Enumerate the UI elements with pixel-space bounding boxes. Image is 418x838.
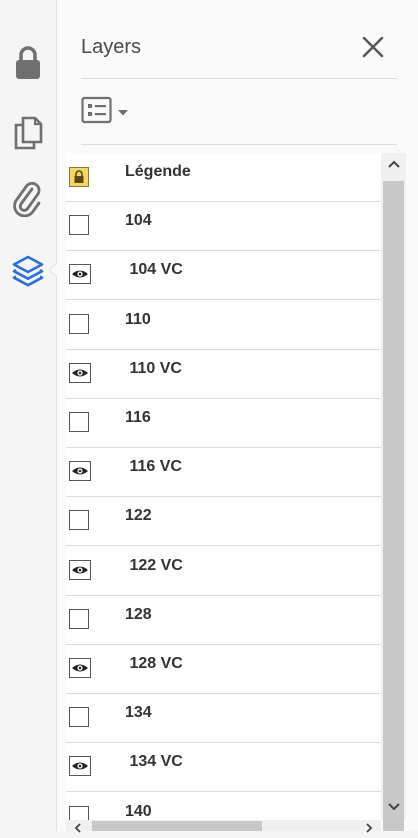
- close-panel-button[interactable]: [360, 34, 386, 60]
- layer-label: 134: [125, 704, 152, 721]
- layer-label: 116 VC: [125, 458, 182, 475]
- attachments-tool-button[interactable]: [0, 176, 56, 222]
- eye-icon: [72, 566, 88, 574]
- layer-row: 110: [66, 301, 381, 350]
- chevron-up-icon: [387, 156, 401, 174]
- chevron-down-icon: [117, 105, 129, 123]
- layer-label: 104 VC: [125, 261, 183, 278]
- scroll-left-button[interactable]: [72, 820, 84, 833]
- eye-icon: [72, 467, 88, 475]
- layer-row: 104: [66, 202, 381, 251]
- layers-tool-button[interactable]: [0, 248, 56, 294]
- layer-label: 128 VC: [125, 655, 183, 672]
- layer-row: 134: [66, 694, 381, 743]
- pages-tool-button[interactable]: [0, 110, 56, 156]
- security-tool-button[interactable]: [0, 40, 56, 86]
- visibility-eye-toggle[interactable]: [69, 264, 91, 284]
- visibility-checkbox[interactable]: [69, 510, 89, 530]
- layer-row: 122 VC: [66, 547, 381, 596]
- visibility-checkbox[interactable]: [69, 609, 89, 629]
- visibility-checkbox[interactable]: [69, 314, 89, 334]
- layer-list: Légende 104 104 VC 110 110 VC 116 116 VC 122…: [66, 153, 381, 820]
- pages-icon: [13, 116, 43, 150]
- horizontal-scroll-thumb[interactable]: [92, 821, 262, 831]
- vertical-scroll-thumb[interactable]: [383, 181, 404, 831]
- lock-icon: [14, 45, 42, 81]
- chevron-right-icon: [366, 823, 373, 833]
- visibility-checkbox[interactable]: [69, 806, 89, 820]
- layer-row: 122: [66, 497, 381, 546]
- layer-row: 104 VC: [66, 251, 381, 300]
- layers-options-button[interactable]: [81, 96, 129, 124]
- chevron-left-icon: [74, 823, 81, 833]
- scroll-right-button[interactable]: [363, 820, 375, 833]
- layer-label: 104: [125, 212, 152, 229]
- layer-label: 116: [125, 409, 151, 426]
- visibility-checkbox[interactable]: [69, 215, 89, 235]
- eye-icon: [72, 369, 88, 377]
- layer-row: 134 VC: [66, 743, 381, 792]
- visibility-eye-toggle[interactable]: [69, 461, 91, 481]
- layer-lock-icon: [69, 167, 89, 187]
- close-icon: [360, 36, 386, 64]
- attachment-icon: [13, 181, 43, 217]
- layer-label: 122 VC: [125, 557, 183, 574]
- layer-label: Légende: [125, 163, 191, 180]
- visibility-checkbox[interactable]: [69, 412, 89, 432]
- visibility-checkbox[interactable]: [69, 707, 89, 727]
- layer-row: 116: [66, 399, 381, 448]
- chevron-down-icon: [387, 799, 401, 817]
- visibility-eye-toggle[interactable]: [69, 560, 91, 580]
- active-panel-pointer: [49, 262, 57, 278]
- horizontal-scrollbar[interactable]: [66, 820, 381, 833]
- toolbar-divider: [81, 144, 397, 145]
- layer-label: 140: [125, 803, 152, 820]
- eye-icon: [72, 762, 88, 770]
- layers-icon: [11, 254, 45, 288]
- layer-row: 110 VC: [66, 350, 381, 399]
- layer-row: 140: [66, 793, 381, 820]
- layer-label: 110: [125, 311, 151, 328]
- layer-label: 128: [125, 606, 152, 623]
- layer-row: 116 VC: [66, 448, 381, 497]
- scroll-down-button[interactable]: [381, 796, 406, 820]
- scroll-up-button[interactable]: [381, 153, 406, 177]
- eye-icon: [72, 270, 88, 278]
- visibility-eye-toggle[interactable]: [69, 658, 91, 678]
- vertical-scrollbar[interactable]: [381, 153, 406, 831]
- panel-title: Layers: [81, 36, 142, 58]
- layer-label: 110 VC: [125, 360, 182, 377]
- title-divider: [81, 78, 397, 79]
- eye-icon: [72, 664, 88, 672]
- layer-label: 122: [125, 507, 152, 524]
- left-tool-rail: [0, 0, 57, 831]
- layer-label: 134 VC: [125, 753, 183, 770]
- visibility-eye-toggle[interactable]: [69, 363, 91, 383]
- layer-row: 128 VC: [66, 645, 381, 694]
- layer-row: 128: [66, 596, 381, 645]
- layer-row: Légende: [66, 153, 381, 202]
- visibility-eye-toggle[interactable]: [69, 756, 91, 776]
